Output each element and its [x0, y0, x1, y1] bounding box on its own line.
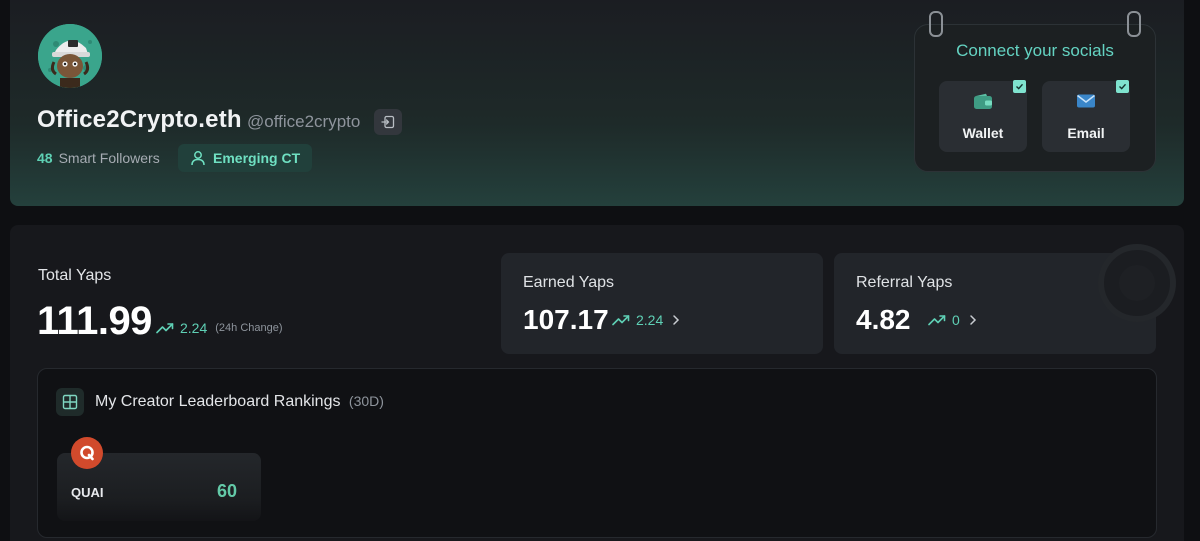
smart-followers: 48 Smart Followers — [37, 150, 160, 166]
tier-badge-label: Emerging CT — [213, 150, 301, 166]
total-yaps-change-value: 2.24 — [180, 320, 208, 336]
tier-badge: Emerging CT — [178, 144, 313, 172]
binder-ring — [1127, 11, 1141, 37]
avatar-image — [38, 24, 102, 88]
earned-yaps-change[interactable]: 2.24 — [612, 312, 681, 328]
leaderboard-title: My Creator Leaderboard Rankings (30D) — [95, 393, 384, 411]
total-yaps-change: 2.24 (24h Change) — [156, 320, 283, 336]
chevron-right-icon — [673, 315, 680, 325]
open-profile-button[interactable] — [374, 109, 402, 135]
creator-leaderboard-panel: My Creator Leaderboard Rankings (30D) QU… — [37, 368, 1157, 538]
avatar[interactable] — [38, 24, 102, 88]
trend-up-icon — [156, 323, 174, 334]
quai-logo-icon — [71, 437, 103, 469]
wallet-label: Wallet — [962, 125, 1004, 141]
earned-yaps-label: Earned Yaps — [523, 274, 615, 291]
earned-yaps-value: 107.17 — [523, 304, 609, 335]
check-icon — [1116, 80, 1129, 93]
smart-followers-count: 48 — [37, 150, 53, 166]
chevron-right-icon — [970, 315, 976, 325]
profile-header: Office2Crypto.eth @office2crypto 48 Smart… — [10, 0, 1184, 206]
connect-email-button[interactable]: Email — [1042, 80, 1130, 152]
smart-followers-label: Smart Followers — [58, 150, 160, 166]
referral-yaps-label: Referral Yaps — [856, 274, 953, 291]
login-icon — [381, 115, 395, 129]
decorative-ring-icon — [1098, 244, 1176, 322]
referral-yaps-change-value: 0 — [952, 312, 960, 328]
trend-up-icon — [928, 315, 946, 326]
connect-socials-panel: Connect your socials Wallet Email — [914, 11, 1156, 172]
check-icon — [1013, 80, 1026, 93]
leaderboard-entry-rank: 60 — [216, 481, 237, 501]
email-label: Email — [1067, 125, 1105, 141]
user-handle: @office2crypto — [247, 112, 361, 131]
referral-yaps-change[interactable]: 0 — [928, 312, 978, 328]
stats-panel: Total Yaps 111.99 2.24 (24h Change) Earn… — [10, 225, 1184, 541]
connect-socials-title: Connect your socials — [956, 41, 1114, 60]
leaderboard-title-text: My Creator Leaderboard Rankings — [95, 393, 341, 410]
user-icon — [191, 151, 205, 166]
layout-grid-icon — [56, 388, 84, 416]
binder-ring — [929, 11, 943, 37]
earned-yaps-change-value: 2.24 — [636, 312, 664, 328]
display-name: Office2Crypto.eth — [37, 106, 242, 133]
leaderboard-period: (30D) — [348, 393, 384, 409]
wallet-icon — [939, 93, 1027, 111]
referral-yaps-value: 4.82 — [856, 304, 911, 335]
total-yaps-value: 111.99 — [37, 299, 152, 343]
mail-icon — [1042, 93, 1130, 109]
total-yaps-label: Total Yaps — [38, 267, 112, 284]
trend-up-icon — [612, 315, 630, 326]
connect-wallet-button[interactable]: Wallet — [939, 80, 1027, 152]
change-period-note: (24h Change) — [215, 322, 283, 334]
earned-yaps-card[interactable]: Earned Yaps 107.17 2.24 — [501, 253, 823, 354]
leaderboard-entry-name: QUAI — [71, 485, 104, 500]
